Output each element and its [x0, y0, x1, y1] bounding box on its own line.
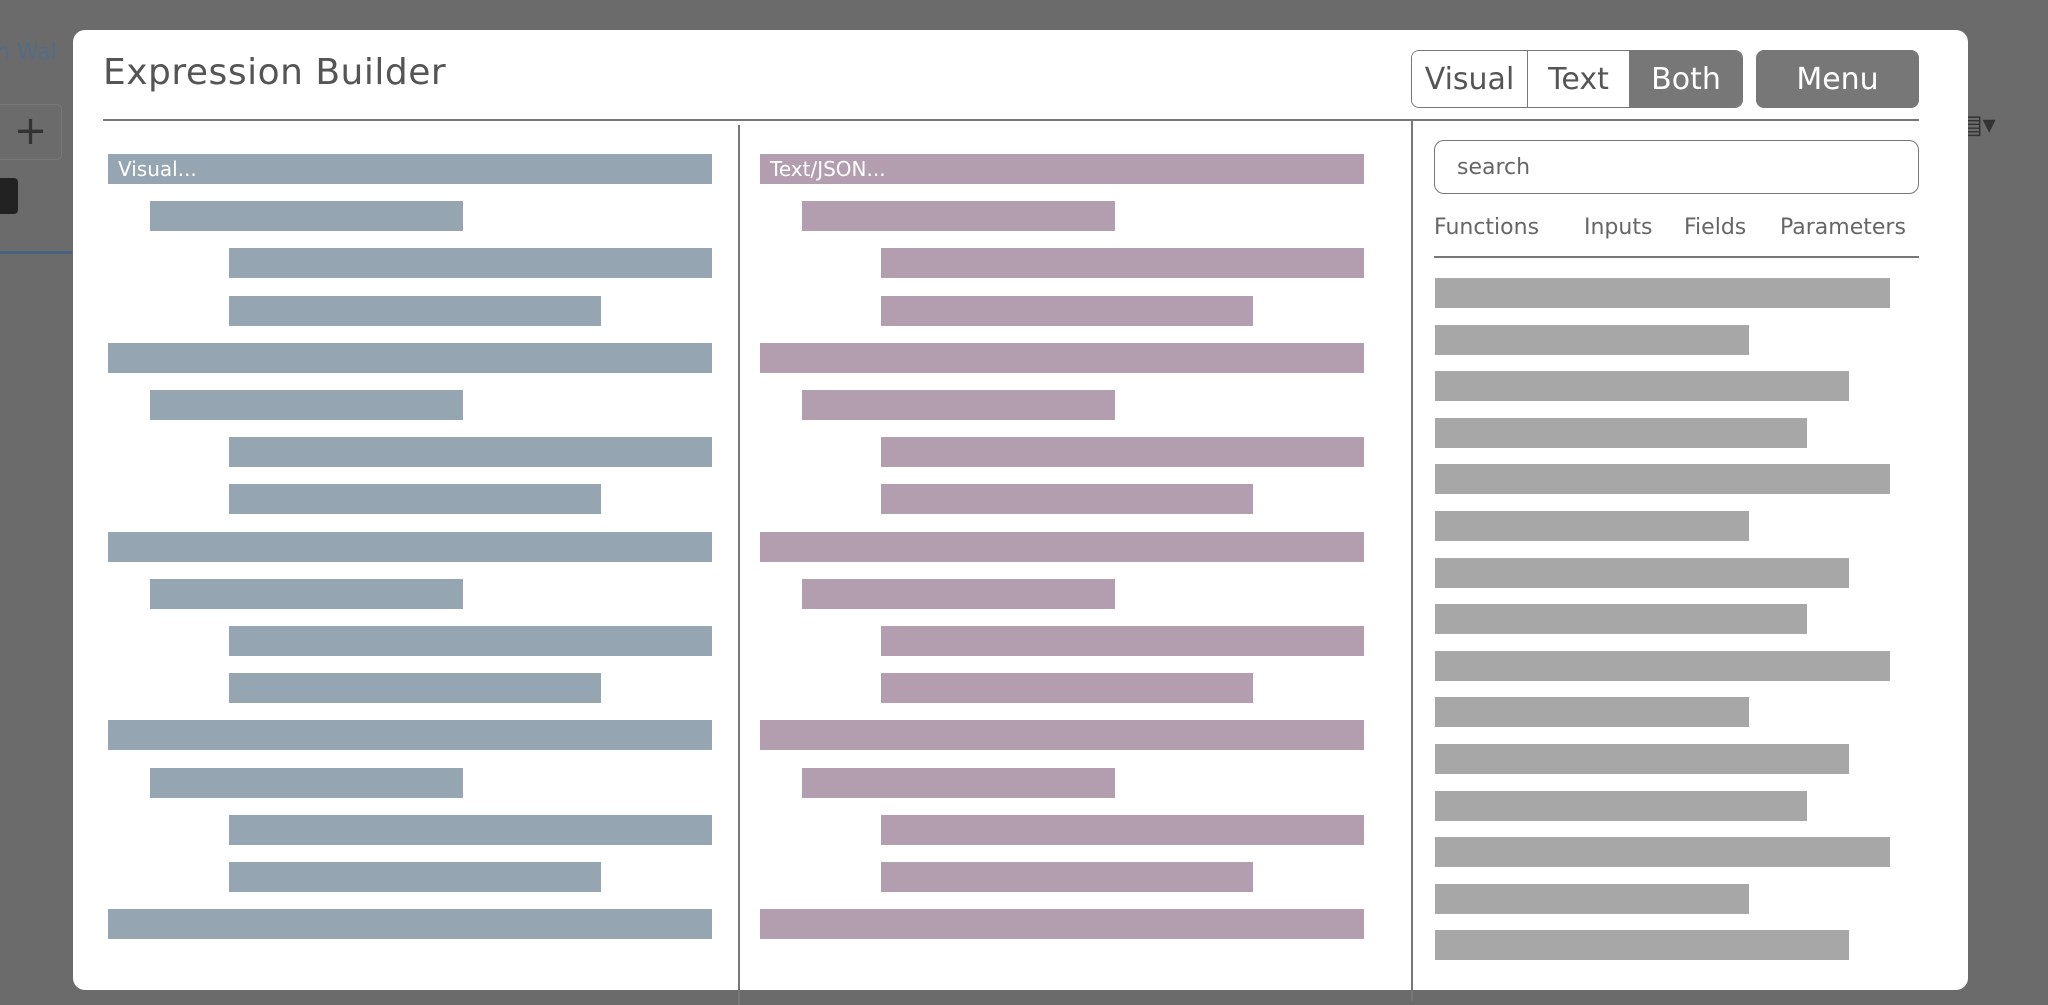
text-panel-row[interactable] [881, 484, 1253, 514]
text-panel-row[interactable] [802, 768, 1115, 798]
visual-panel-row[interactable] [150, 579, 463, 609]
text-panel-row[interactable] [881, 815, 1364, 845]
panel-divider-left [738, 125, 740, 1005]
text-panel-row[interactable] [881, 673, 1253, 703]
text-panel-row[interactable] [881, 626, 1364, 656]
function-list-item[interactable] [1435, 558, 1849, 588]
search-input[interactable]: search [1434, 140, 1919, 194]
background-add-button: + [0, 104, 62, 160]
visual-panel-header-label: Visual... [118, 157, 197, 181]
view-mode-both-button[interactable]: Both [1630, 51, 1742, 107]
text-panel-header-label: Text/JSON... [770, 157, 886, 181]
text-panel-row[interactable] [881, 437, 1364, 467]
function-list-item[interactable] [1435, 651, 1890, 681]
visual-panel-row[interactable] [150, 201, 463, 231]
view-mode-text-button[interactable]: Text [1528, 51, 1630, 107]
tabs-underline [1434, 256, 1919, 258]
visual-panel-row[interactable] [229, 484, 601, 514]
text-panel-row[interactable] [881, 248, 1364, 278]
function-list-item[interactable] [1435, 325, 1749, 355]
sidebar-tabs: Functions Inputs Fields Parameters [1434, 215, 1919, 255]
text-panel-row[interactable] [802, 579, 1115, 609]
function-list-item[interactable] [1435, 278, 1890, 308]
function-list-item[interactable] [1435, 884, 1749, 914]
text-panel-row[interactable] [802, 390, 1115, 420]
function-list-item[interactable] [1435, 418, 1807, 448]
visual-panel-row[interactable] [229, 437, 712, 467]
visual-panel-row[interactable] [150, 768, 463, 798]
text-panel-row[interactable] [760, 343, 1364, 373]
function-list-item[interactable] [1435, 604, 1807, 634]
modal-title: Expression Builder [103, 52, 447, 93]
visual-panel-row[interactable] [108, 720, 712, 750]
menu-button[interactable]: Menu [1756, 50, 1919, 108]
visual-panel-row[interactable]: Visual... [108, 154, 712, 184]
view-mode-visual-button[interactable]: Visual [1412, 51, 1528, 107]
background-document-icon: ▤▾ [1958, 110, 1996, 140]
function-list-item[interactable] [1435, 371, 1849, 401]
function-list-item[interactable] [1435, 930, 1849, 960]
visual-panel-row[interactable] [229, 626, 712, 656]
visual-panel-row[interactable] [229, 248, 712, 278]
text-panel-row[interactable] [760, 909, 1364, 939]
visual-panel-row[interactable] [229, 296, 601, 326]
header-divider [103, 119, 1919, 121]
visual-panel-row[interactable] [229, 815, 712, 845]
view-mode-toggle: Visual Text Both [1411, 50, 1743, 108]
function-list-item[interactable] [1435, 511, 1749, 541]
function-list-item[interactable] [1435, 791, 1807, 821]
panel-divider-right [1411, 121, 1413, 1001]
background-underline [0, 251, 72, 254]
text-panel-row[interactable] [760, 532, 1364, 562]
tab-parameters[interactable]: Parameters [1780, 215, 1906, 240]
tab-inputs[interactable]: Inputs [1584, 215, 1652, 240]
text-panel-row[interactable] [881, 296, 1253, 326]
visual-panel-row[interactable] [108, 532, 712, 562]
text-panel-row[interactable] [802, 201, 1115, 231]
visual-panel-row[interactable] [229, 673, 601, 703]
function-list-item[interactable] [1435, 837, 1890, 867]
visual-panel-row[interactable] [108, 909, 712, 939]
text-panel-row[interactable] [881, 862, 1253, 892]
tab-functions[interactable]: Functions [1434, 215, 1539, 240]
function-list-item[interactable] [1435, 464, 1890, 494]
text-panel-row[interactable] [760, 720, 1364, 750]
text-panel-row[interactable]: Text/JSON... [760, 154, 1364, 184]
visual-panel-row[interactable] [229, 862, 601, 892]
function-list-item[interactable] [1435, 744, 1849, 774]
function-list-item[interactable] [1435, 697, 1749, 727]
visual-panel-row[interactable] [150, 390, 463, 420]
background-badge [0, 178, 18, 214]
visual-panel-row[interactable] [108, 343, 712, 373]
background-partial-text: n Wal [0, 40, 57, 65]
tab-fields[interactable]: Fields [1684, 215, 1746, 240]
expression-builder-modal: Expression Builder Visual Text Both Menu… [73, 30, 1968, 1005]
